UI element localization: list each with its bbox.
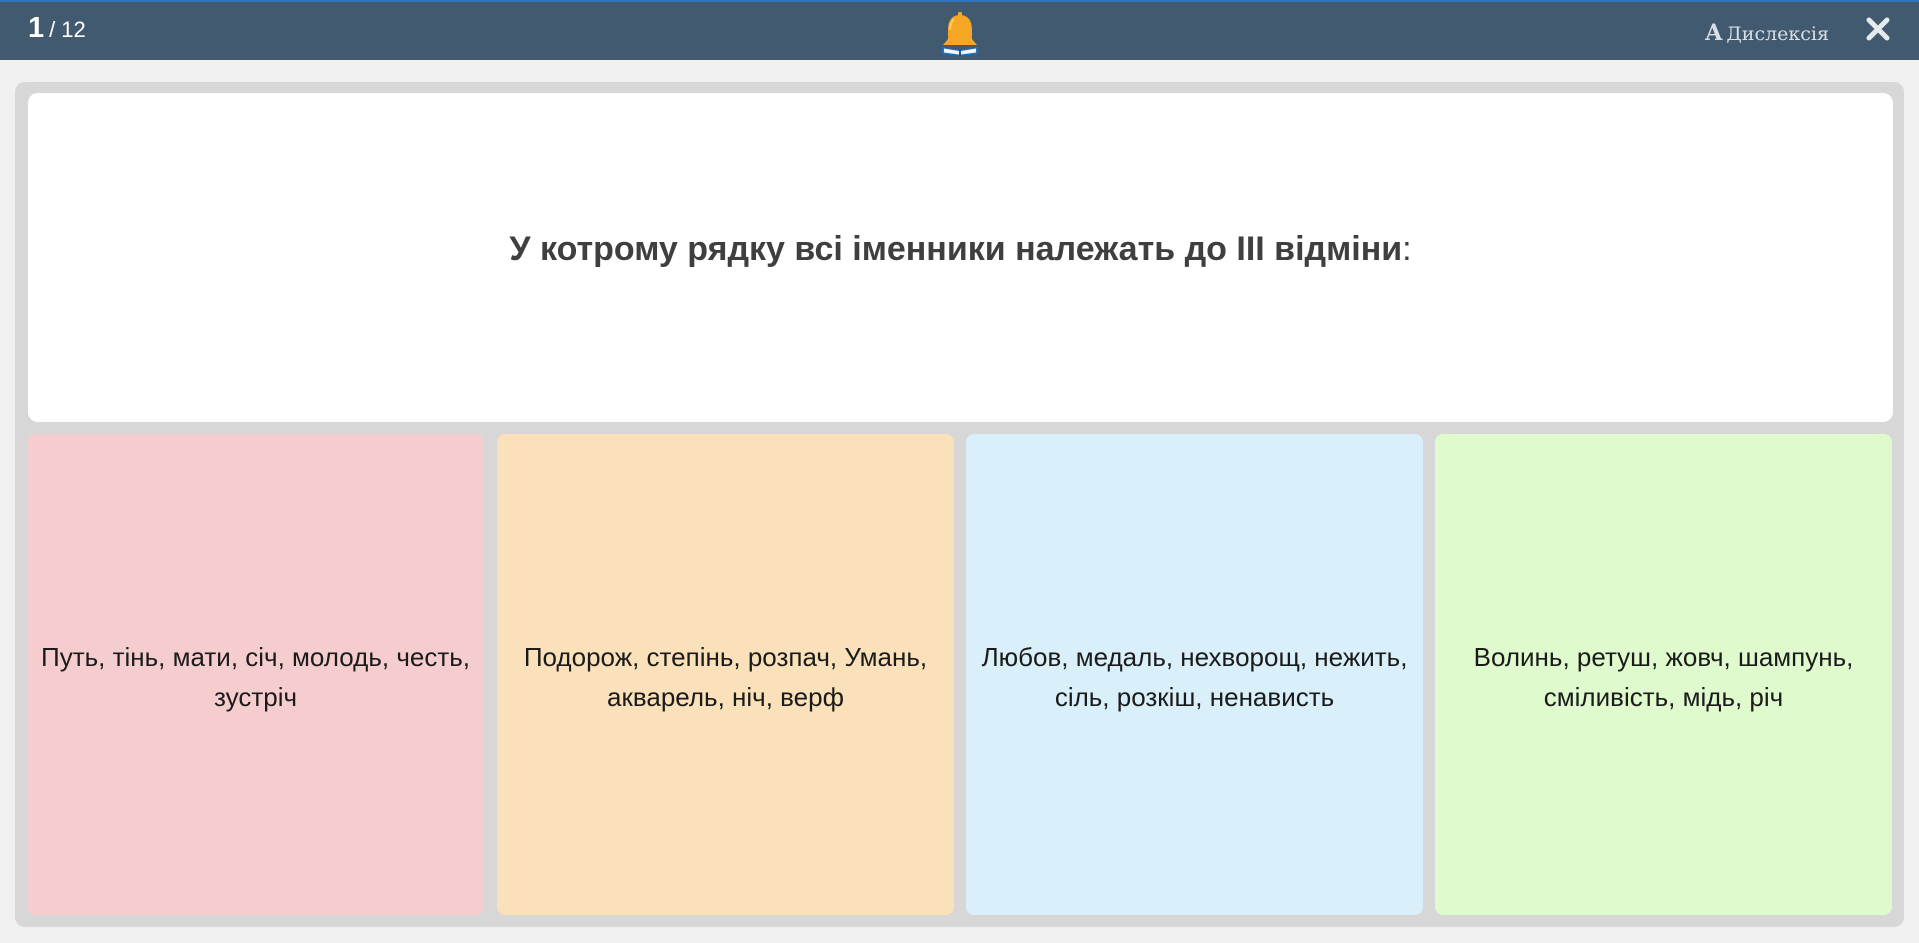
answer-option-3[interactable]: Любов, медаль, нехворощ, нежить, сіль, р…: [966, 434, 1423, 915]
counter-separator: /: [49, 17, 56, 42]
question-counter: 1 / 12: [28, 12, 86, 45]
answer-option-4[interactable]: Волинь, ретуш, жовч, шампунь, сміливість…: [1435, 434, 1892, 915]
answer-text: Волинь, ретуш, жовч, шампунь, сміливість…: [1473, 641, 1854, 712]
dyslexia-toggle[interactable]: A Дислексія: [1705, 20, 1829, 46]
question-body: У котрому рядку всі іменники належать до…: [509, 230, 1403, 268]
answer-option-2[interactable]: Подорож, степінь, розпач, Умань, акварел…: [497, 434, 954, 915]
answer-text: Любов, медаль, нехворощ, нежить, сіль, р…: [981, 641, 1408, 712]
close-icon[interactable]: [1865, 16, 1891, 42]
answer-text: Подорож, степінь, розпач, Умань, акварел…: [523, 641, 928, 712]
answer-text: Путь, тінь, мати, січ, молодь, честь, зу…: [41, 641, 470, 712]
dyslexia-icon: A: [1705, 20, 1723, 46]
dyslexia-label: Дислексія: [1726, 23, 1829, 45]
total-questions: 12: [61, 17, 86, 42]
answer-option-1[interactable]: Путь, тінь, мати, січ, молодь, честь, зу…: [27, 434, 484, 915]
current-question-number: 1: [28, 12, 45, 44]
question-colon: :: [1402, 230, 1412, 268]
bell-icon: [942, 12, 978, 56]
question-card: У котрому рядку всі іменники належать до…: [28, 93, 1893, 422]
top-bar: 1 / 12 A Дислексія: [0, 0, 1919, 60]
question-text: У котрому рядку всі іменники належать до…: [509, 230, 1411, 269]
